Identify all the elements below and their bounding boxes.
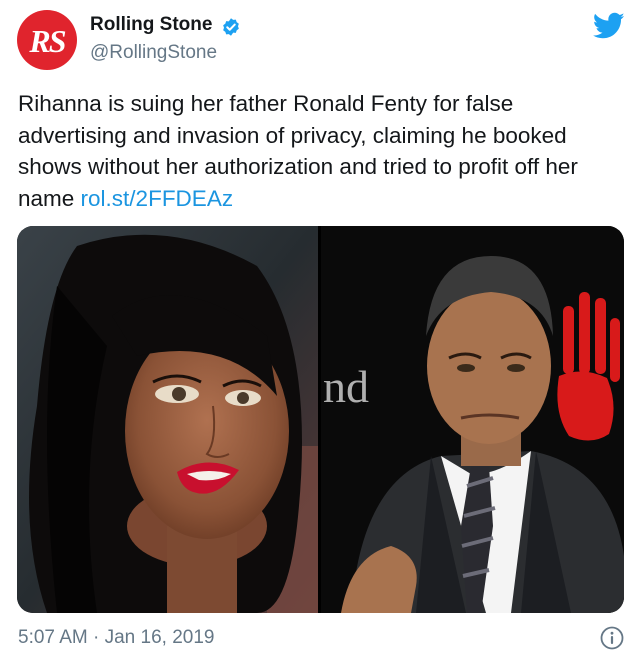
backdrop-text: nd: [323, 361, 369, 412]
author-handle[interactable]: @RollingStone: [90, 42, 217, 64]
author-avatar[interactable]: RS: [17, 10, 77, 70]
photo-rihanna[interactable]: [17, 226, 318, 613]
tweet-card: RS Rolling Stone @RollingStone Rihanna i…: [0, 0, 640, 660]
twitter-bird-icon[interactable]: [593, 12, 625, 40]
verified-badge-icon: [223, 18, 239, 36]
tweet-timestamp[interactable]: 5:07 AM · Jan 16, 2019: [18, 627, 214, 649]
tweet-text: Rihanna is suing her father Ronald Fenty…: [18, 88, 628, 214]
info-icon[interactable]: [600, 626, 624, 650]
avatar-logo-text: RS: [29, 23, 66, 59]
tweet-link[interactable]: rol.st/2FFDEAz: [81, 186, 234, 211]
photo-ronald-fenty[interactable]: nd: [321, 226, 624, 613]
author-name[interactable]: Rolling Stone: [90, 14, 212, 36]
tweet-media[interactable]: nd: [17, 226, 624, 613]
